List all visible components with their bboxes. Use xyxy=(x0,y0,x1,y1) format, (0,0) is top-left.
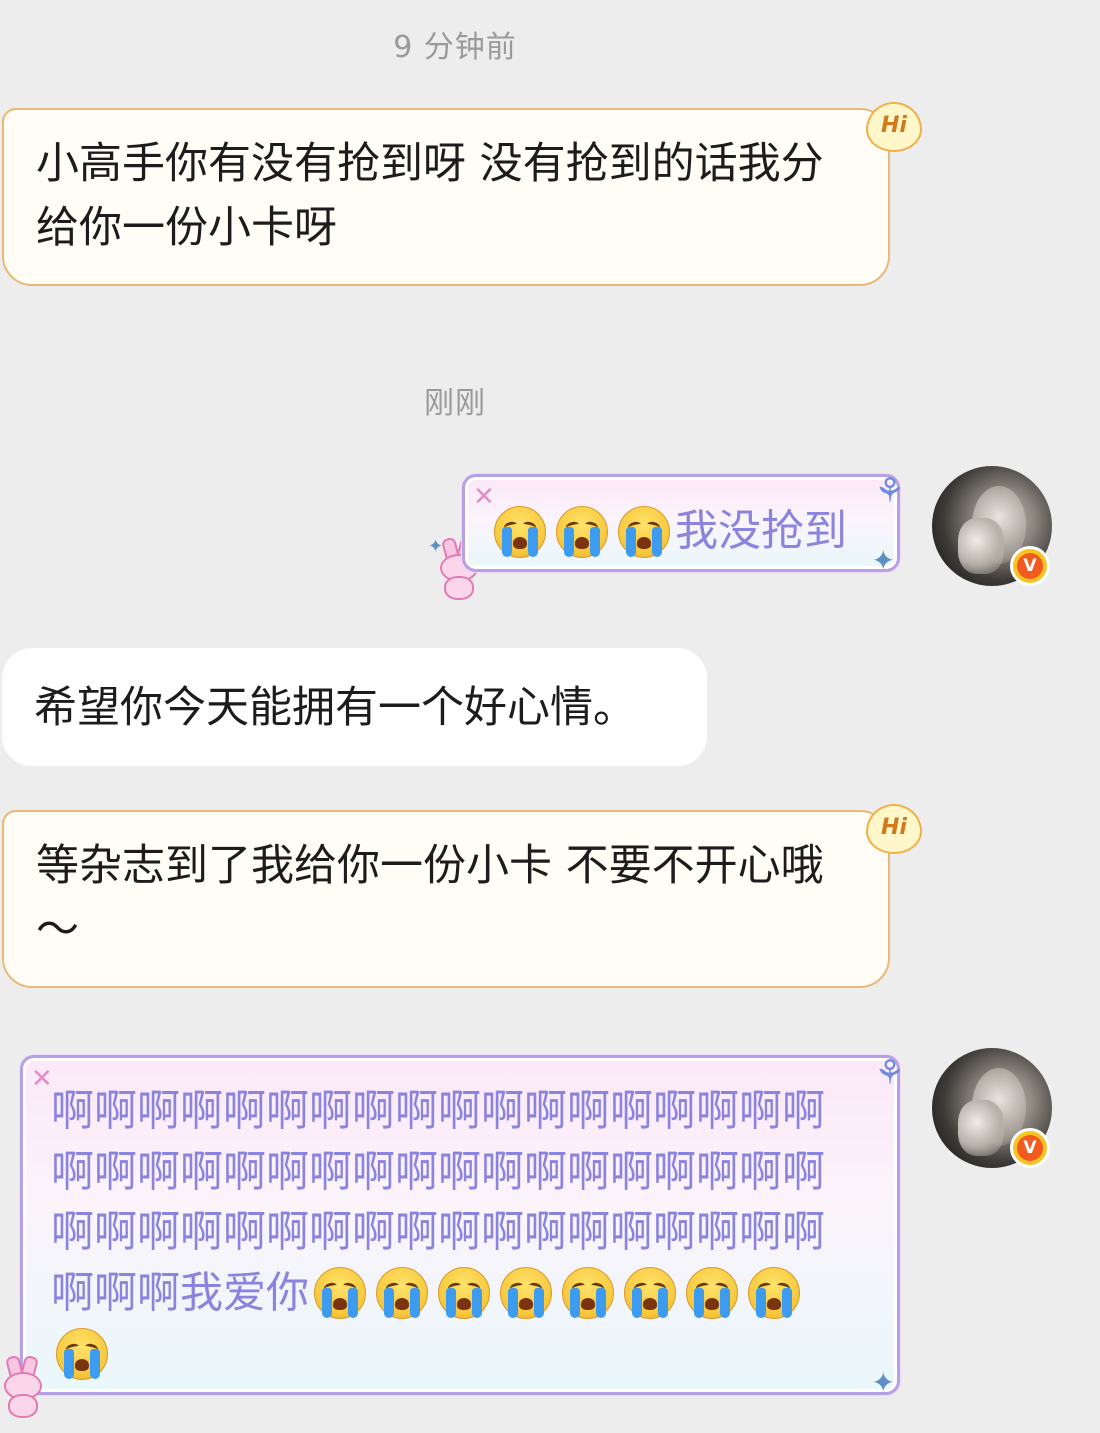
hi-badge-icon: Hi xyxy=(866,102,922,152)
message-text: 希望你今天能拥有一个好心情。 xyxy=(34,683,636,733)
outgoing-message-bubble[interactable]: ✕ ⚘ ✦ 我没抢到 xyxy=(462,471,905,577)
loudly-crying-face-icon xyxy=(686,1267,738,1319)
cross-icon: ✕ xyxy=(473,482,495,512)
incoming-message-bubble[interactable]: 小高手你有没有抢到呀 没有抢到的话我分给你一份小卡呀 Hi xyxy=(2,102,922,286)
hi-badge-icon: Hi xyxy=(866,804,922,854)
bow-ribbon-icon: ⚘ xyxy=(874,1053,905,1093)
incoming-message-bubble[interactable]: 希望你今天能拥有一个好心情。 xyxy=(2,648,707,766)
avatar[interactable]: V xyxy=(932,466,1052,586)
sparkle-icon: ✦ xyxy=(871,544,895,577)
timestamp: 9 分钟前 xyxy=(393,30,517,65)
loudly-crying-face-icon xyxy=(748,1267,800,1319)
outgoing-message-bubble[interactable]: ✕ ⚘ ✦ 啊啊啊啊啊啊啊啊啊啊啊啊啊啊啊啊啊啊啊啊啊啊啊啊啊啊啊啊啊啊啊啊啊啊… xyxy=(20,1053,905,1399)
message-text: 小高手你有没有抢到呀 没有抢到的话我分给你一份小卡呀 xyxy=(36,139,824,253)
loudly-crying-face-icon xyxy=(556,505,608,558)
timestamp: 刚刚 xyxy=(424,386,486,421)
loudly-crying-face-icon xyxy=(376,1267,428,1319)
bunny-sticker-icon xyxy=(0,1354,44,1418)
verified-v-icon: V xyxy=(1010,1128,1050,1168)
loudly-crying-face-icon xyxy=(314,1267,366,1319)
cross-icon: ✕ xyxy=(31,1064,53,1094)
loudly-crying-face-icon xyxy=(494,505,546,558)
loudly-crying-face-icon xyxy=(624,1267,676,1319)
chat-thread[interactable]: 9 分钟前 小高手你有没有抢到呀 没有抢到的话我分给你一份小卡呀 Hi 刚刚 ✦… xyxy=(0,0,1100,1433)
loudly-crying-face-icon xyxy=(618,505,670,558)
avatar[interactable]: V xyxy=(932,1048,1052,1168)
incoming-message-bubble[interactable]: 等杂志到了我给你一份小卡 不要不开心哦～ Hi xyxy=(2,804,922,988)
bow-ribbon-icon: ⚘ xyxy=(874,471,905,511)
sparkle-icon: ✦ xyxy=(871,1366,895,1399)
message-text: 我没抢到 xyxy=(675,506,847,557)
loudly-crying-face-icon xyxy=(56,1327,108,1380)
message-text: 等杂志到了我给你一份小卡 不要不开心哦～ xyxy=(36,841,824,955)
loudly-crying-face-icon xyxy=(438,1267,490,1319)
verified-v-icon: V xyxy=(1010,546,1050,586)
loudly-crying-face-icon xyxy=(562,1267,614,1319)
loudly-crying-face-icon xyxy=(500,1267,552,1319)
